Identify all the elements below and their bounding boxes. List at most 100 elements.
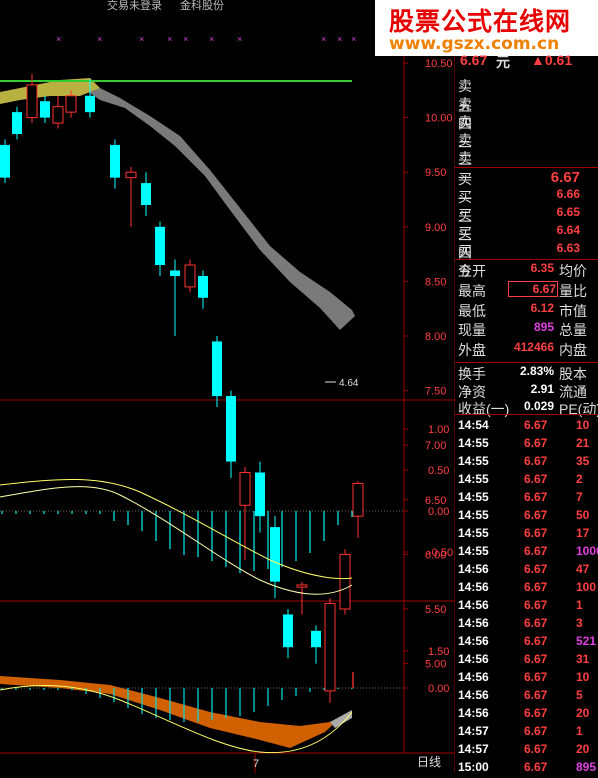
- stat-label: 现量: [458, 322, 486, 339]
- svg-text:×: ×: [337, 34, 342, 44]
- signal-markers: × × × × × × × × × ×: [56, 34, 356, 44]
- candle-body: [52, 106, 64, 124]
- tick-row: 14:56 6.67 100: [458, 580, 598, 598]
- tick-price: 6.67: [524, 634, 548, 648]
- tick-time: 14:55: [458, 490, 489, 504]
- date-label: 7: [253, 758, 259, 770]
- tick-time: 15:00: [458, 760, 489, 774]
- tick-volume: 10: [576, 670, 590, 684]
- svg-text:4.64: 4.64: [339, 378, 359, 389]
- candle-body: [0, 144, 10, 178]
- tick-row: 14:56 6.67 31: [458, 652, 598, 670]
- svg-text:×: ×: [97, 34, 102, 44]
- tick-time: 14:57: [458, 724, 489, 738]
- macd-tick: 0.00: [428, 506, 449, 518]
- tick-volume: 7: [576, 490, 583, 504]
- tick-time: 14:55: [458, 544, 489, 558]
- tick-volume: 1000: [576, 544, 598, 558]
- tick-row: 14:56 6.67 20: [458, 706, 598, 724]
- tick-volume: 521: [576, 634, 597, 648]
- indicator-panel: [0, 672, 354, 754]
- candle-body: [311, 630, 321, 648]
- tick-price: 6.67: [524, 724, 548, 738]
- stat-label: 外盘: [458, 342, 486, 359]
- stat-label: 收益(一): [458, 401, 510, 417]
- tick-volume: 5: [576, 688, 583, 702]
- stat-row: 外盘 412466 内盘: [458, 340, 598, 359]
- stat-value: 6.35: [530, 261, 554, 275]
- price-tick: 5.50: [425, 604, 446, 616]
- watermark-logo: 股票公式在线网 www.gszx.com.cn: [375, 0, 598, 56]
- tick-price: 6.67: [524, 472, 548, 486]
- candle-body: [26, 84, 38, 119]
- stat-label2: 市值: [559, 302, 587, 319]
- stat-label: 最高: [458, 282, 486, 299]
- tick-row: 14:55 6.67 21: [458, 436, 598, 454]
- tick-volume: 1: [576, 598, 583, 612]
- watermark-url: www.gszx.com.cn: [389, 34, 560, 54]
- stat-label2: 总量: [559, 322, 587, 339]
- candle-body: [170, 270, 180, 276]
- macd-tick: 0.50: [428, 465, 449, 477]
- price-tick: 8.00: [425, 331, 446, 343]
- macd-dea-line: [0, 486, 353, 595]
- tick-price: 6.67: [524, 544, 548, 558]
- stat-label2: 均价: [559, 263, 587, 279]
- tick-volume: 21: [576, 436, 590, 450]
- candle-body: [125, 171, 137, 179]
- chart-area[interactable]: × × × × × × × × × × 4.64 10.50 10.00 9.50 9.00 8.5…: [0, 0, 455, 773]
- tick-time: 14:55: [458, 472, 489, 486]
- price-tick: 5.00: [425, 659, 446, 671]
- candle-body: [155, 226, 165, 266]
- tick-row: 14:56 6.67 5: [458, 688, 598, 706]
- tick-row: 14:56 6.67 3: [458, 616, 598, 634]
- tick-row: 14:55 6.67 2: [458, 472, 598, 490]
- candle-body: [12, 112, 22, 134]
- stat-label2: 内盘: [559, 342, 587, 359]
- tick-volume: 1: [576, 724, 583, 738]
- tick-time: 14:57: [458, 742, 489, 756]
- price-tick: 7.00: [425, 440, 446, 452]
- stat-value: 895: [533, 320, 554, 335]
- candle-body: [352, 482, 364, 517]
- candle-body: [324, 603, 336, 692]
- stat-label: 今开: [458, 263, 486, 279]
- stat-label2: PE(动): [559, 401, 598, 417]
- tick-price: 6.67: [524, 508, 548, 522]
- tick-row: 14:55 6.67 7: [458, 490, 598, 508]
- tick-time: 14:54: [458, 418, 489, 432]
- tick-row: 14:56 6.67 10: [458, 670, 598, 688]
- tick-row: 14:54 6.67 10: [458, 418, 598, 436]
- macd-diff-line: [0, 478, 353, 580]
- stat-row: 今开 6.35 均价: [458, 261, 598, 279]
- svg-text:×: ×: [56, 34, 61, 44]
- tick-time: 14:56: [458, 616, 489, 630]
- tick-volume: 20: [576, 742, 590, 756]
- price-change: ▲0.61: [531, 52, 573, 68]
- tick-row: 14:55 6.67 17: [458, 526, 598, 544]
- tick-volume: 895: [576, 760, 597, 774]
- price-tick: 9.00: [425, 222, 446, 234]
- tick-volume: 50: [576, 508, 590, 522]
- tick-row: 14:57 6.67 1: [458, 724, 598, 742]
- tick-row: 14:55 6.67 35: [458, 454, 598, 472]
- stat-label: 最低: [458, 302, 486, 319]
- svg-text:×: ×: [209, 34, 214, 44]
- tick-time: 14:56: [458, 562, 489, 576]
- price-unit: 元: [496, 54, 510, 70]
- price-tick: 7.50: [425, 386, 446, 398]
- candlesticks: [0, 73, 364, 703]
- tick-volume: 47: [576, 562, 590, 576]
- bid-price: 6.63: [556, 241, 580, 255]
- candle-body: [65, 95, 77, 113]
- price-axis: 10.5010.009.509.008.508.007.507.006.506.…: [404, 58, 453, 671]
- tick-time: 14:56: [458, 706, 489, 720]
- tick-price: 6.67: [524, 454, 548, 468]
- stat-value: 2.83%: [519, 364, 554, 378]
- bid-price: 6.65: [556, 205, 580, 219]
- period-tab[interactable]: 日线: [417, 755, 441, 769]
- price-tick: 6.50: [425, 495, 446, 507]
- tick-price: 6.67: [524, 598, 548, 612]
- tick-time: 14:56: [458, 652, 489, 666]
- tick-price: 6.67: [524, 418, 548, 432]
